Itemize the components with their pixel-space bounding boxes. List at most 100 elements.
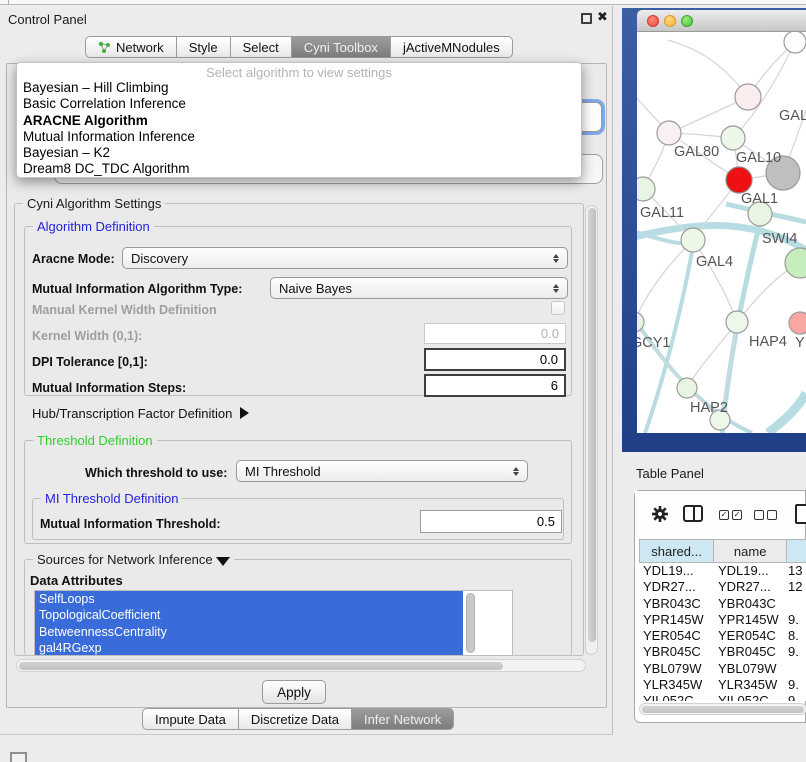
gray-edges bbox=[622, 40, 806, 419]
bottom-tabbar: Impute DataDiscretize DataInfer Network bbox=[142, 708, 454, 730]
network-node-y[interactable] bbox=[789, 312, 806, 334]
hub-definition-toggle[interactable]: Hub/Transcription Factor Definition bbox=[32, 406, 249, 421]
mi-steps-label: Mutual Information Steps: bbox=[32, 381, 186, 395]
network-node-label: SWI4 bbox=[762, 231, 797, 247]
network-node-label: GAL80 bbox=[674, 144, 719, 160]
apply-button[interactable]: Apply bbox=[262, 680, 326, 704]
aracne-mode-combobox[interactable]: Discovery bbox=[122, 247, 568, 269]
attribute-list-item[interactable]: BetweennessCentrality bbox=[35, 624, 463, 640]
sources-title: Sources for Network Inference bbox=[33, 552, 234, 567]
table-row[interactable]: YDR27...YDR27...12 bbox=[639, 579, 806, 595]
column-header-extra[interactable] bbox=[787, 540, 806, 562]
columns-icon[interactable] bbox=[683, 505, 703, 522]
mi-type-combobox[interactable]: Naive Bayes bbox=[270, 277, 568, 299]
network-node-hap4[interactable] bbox=[726, 311, 748, 333]
kernel-width-label: Kernel Width (0,1): bbox=[32, 329, 142, 343]
tab-infer-network[interactable]: Infer Network bbox=[352, 708, 454, 730]
network-node-label: Y bbox=[795, 335, 805, 351]
network-node-label: HAP4 bbox=[749, 334, 787, 350]
network-node-gal80[interactable] bbox=[657, 121, 681, 145]
network-node-label: GCY1 bbox=[631, 335, 671, 351]
tab-select[interactable]: Select bbox=[231, 36, 292, 58]
dropdown-item[interactable]: Basic Correlation Inference bbox=[17, 96, 581, 112]
float-panel-icon[interactable] bbox=[581, 13, 592, 24]
table-panel-title: Table Panel bbox=[636, 466, 704, 481]
manual-kernel-label: Manual Kernel Width Definition bbox=[32, 303, 217, 317]
aracne-mode-label: Aracne Mode: bbox=[32, 252, 115, 266]
table-row[interactable]: YIL052CYIL052C9. bbox=[639, 693, 806, 701]
network-node-gal1[interactable] bbox=[726, 167, 752, 193]
network-node-label: GAL4 bbox=[696, 254, 733, 270]
network-node-label: GAL1 bbox=[741, 191, 778, 207]
table-window: ✓✓ shared... name YDL19...YDL19...13YDR2… bbox=[634, 490, 806, 723]
control-panel-tabbar: NetworkStyleSelectCyni ToolboxjActiveMNo… bbox=[85, 36, 513, 58]
which-threshold-combobox[interactable]: MI Threshold bbox=[236, 460, 528, 482]
data-attributes-label: Data Attributes bbox=[30, 573, 123, 588]
mit-label: Mutual Information Threshold: bbox=[40, 517, 221, 531]
which-threshold-value: MI Threshold bbox=[245, 464, 321, 479]
deselect-all-columns-icon[interactable] bbox=[754, 510, 777, 520]
table-row[interactable]: YDL19...YDL19...13 bbox=[639, 563, 806, 579]
tab-network[interactable]: Network bbox=[85, 36, 177, 58]
settings-group-title: Cyni Algorithm Settings bbox=[23, 196, 165, 211]
dropdown-item[interactable]: Dream8 DC_TDC Algorithm bbox=[17, 161, 581, 177]
list-scrollbar-thumb[interactable] bbox=[466, 593, 475, 653]
tab-discretize-data[interactable]: Discretize Data bbox=[239, 708, 352, 730]
table-row[interactable]: YLR345WYLR345W9. bbox=[639, 677, 806, 693]
network-node[interactable] bbox=[784, 31, 806, 53]
dpi-tolerance-value: 0.0 bbox=[540, 352, 558, 367]
table-horizontal-scrollbar[interactable] bbox=[639, 703, 806, 715]
dropdown-item[interactable]: ARACNE Algorithm bbox=[17, 113, 581, 129]
tab-style[interactable]: Style bbox=[177, 36, 231, 58]
network-icon bbox=[98, 41, 111, 54]
attribute-list-item[interactable]: SelfLoops bbox=[35, 591, 463, 607]
table-rows: YDL19...YDL19...13YDR27...YDR27...12YBR0… bbox=[639, 563, 806, 701]
dpi-tolerance-field[interactable]: 0.0 bbox=[424, 348, 566, 371]
tab-impute-data[interactable]: Impute Data bbox=[142, 708, 239, 730]
table-toolbar: ✓✓ bbox=[635, 491, 805, 535]
dropdown-item[interactable]: Mutual Information Inference bbox=[17, 129, 581, 145]
dropdown-hint: Select algorithm to view settings bbox=[17, 65, 581, 80]
control-panel: Control Panel ✖ NetworkStyleSelectCyni T… bbox=[0, 6, 613, 735]
table-row[interactable]: YER054CYER054C8. bbox=[639, 628, 806, 644]
network-node-gal4[interactable] bbox=[681, 228, 705, 252]
mi-steps-value: 6 bbox=[551, 378, 558, 393]
kernel-width-field[interactable]: 0.0 bbox=[424, 323, 566, 344]
spinner-arrows-icon bbox=[553, 254, 559, 263]
table-row[interactable]: YBR043CYBR043C bbox=[639, 596, 806, 612]
network-graph: GALGAL80GAL10GAL1GAL11SWI4GAL4GCY1HAP4YH… bbox=[622, 8, 806, 452]
network-node-gal11[interactable] bbox=[631, 177, 655, 201]
data-attributes-list[interactable]: SelfLoopsTopologicalCoefficientBetweenne… bbox=[34, 590, 513, 656]
network-node-hap2[interactable] bbox=[677, 378, 697, 398]
gear-icon[interactable] bbox=[651, 505, 669, 523]
table-row[interactable]: YBL079WYBL079W bbox=[639, 661, 806, 677]
manual-kernel-checkbox[interactable] bbox=[551, 301, 565, 315]
attribute-list-item[interactable]: TopologicalCoefficient bbox=[35, 607, 463, 623]
network-node[interactable] bbox=[785, 248, 806, 278]
tab-cyni-toolbox[interactable]: Cyni Toolbox bbox=[292, 36, 391, 58]
settings-vertical-scrollbar[interactable] bbox=[585, 205, 598, 655]
select-all-columns-icon[interactable]: ✓✓ bbox=[719, 510, 742, 520]
dropdown-item[interactable]: Bayesian – K2 bbox=[17, 145, 581, 161]
aracne-mode-value: Discovery bbox=[131, 251, 188, 266]
attribute-list-item[interactable]: gal4RGexp bbox=[35, 640, 463, 656]
tab-jactivemnodules[interactable]: jActiveMNodules bbox=[391, 36, 513, 58]
settings-horizontal-scrollbar[interactable] bbox=[16, 659, 586, 672]
table-row[interactable]: YBR045CYBR045C9. bbox=[639, 644, 806, 660]
mi-type-label: Mutual Information Algorithm Type: bbox=[32, 282, 242, 296]
expanded-arrow-icon bbox=[216, 557, 230, 566]
table-row[interactable]: YPR145WYPR145W9. bbox=[639, 612, 806, 628]
close-panel-icon[interactable]: ✖ bbox=[597, 9, 608, 25]
mit-value: 0.5 bbox=[537, 514, 555, 529]
network-node-gal10[interactable] bbox=[721, 126, 745, 150]
column-header-name[interactable]: name bbox=[714, 540, 787, 562]
collapsed-panel-icon[interactable] bbox=[10, 752, 27, 762]
network-node-gcy1[interactable] bbox=[624, 312, 644, 332]
column-header-shared[interactable]: shared... bbox=[640, 540, 714, 562]
dropdown-item[interactable]: Bayesian – Hill Climbing bbox=[17, 80, 581, 96]
network-node-label: HAP2 bbox=[690, 400, 728, 416]
network-node-gal[interactable] bbox=[735, 84, 761, 110]
export-table-icon[interactable] bbox=[795, 504, 806, 524]
mit-field[interactable]: 0.5 bbox=[420, 510, 562, 533]
mi-steps-field[interactable]: 6 bbox=[424, 374, 566, 397]
